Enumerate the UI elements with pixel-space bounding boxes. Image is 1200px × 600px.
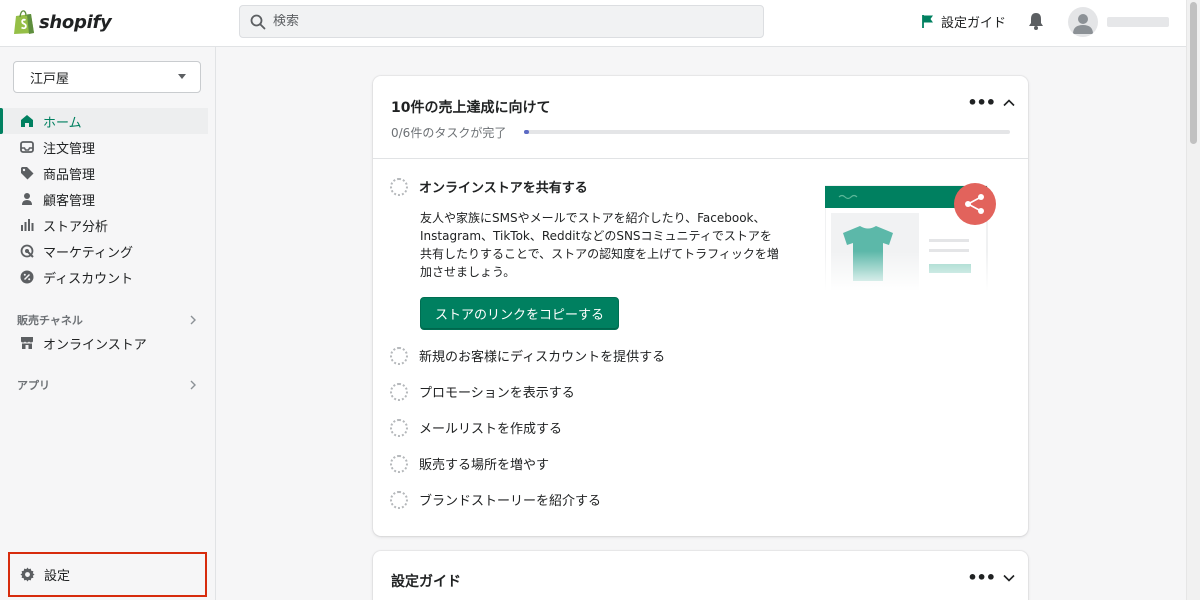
- online-store-label: オンラインストア: [43, 337, 147, 353]
- sidebar-item-label: 商品管理: [43, 167, 96, 183]
- sales-channels-header[interactable]: 販売チャネル: [17, 312, 197, 328]
- sidebar-item-label: ディスカウント: [43, 271, 134, 287]
- store-selector[interactable]: 江戸屋: [13, 61, 201, 93]
- task-title: メールリストを作成する: [419, 422, 563, 437]
- inbox-icon: [20, 141, 34, 153]
- sidebar-item-label: 注文管理: [43, 141, 96, 157]
- setup-guide-link[interactable]: 設定ガイド: [921, 12, 1006, 31]
- copy-store-link-button[interactable]: ストアのリンクをコピーする: [420, 297, 620, 330]
- task-status-icon[interactable]: [390, 418, 408, 437]
- brand-name: shopify: [39, 11, 112, 33]
- sidebar-item-label: ホーム: [43, 115, 82, 131]
- chevron-right-icon: [190, 315, 196, 325]
- sidebar-item-products[interactable]: 商品管理: [0, 160, 216, 186]
- task-item[interactable]: 販売する場所を増やす: [390, 454, 549, 473]
- shopify-logo[interactable]: shopify: [13, 9, 112, 35]
- sidebar-item-label: マーケティング: [43, 245, 133, 261]
- main-nav: ホーム 注文管理 商品管理 顧客管理 ストア分析 マーケティング ディスカウント: [0, 108, 216, 290]
- apps-label: アプリ: [17, 379, 50, 392]
- sidebar-item-home[interactable]: ホーム: [0, 108, 208, 134]
- person-icon: [22, 193, 32, 205]
- chevron-down-icon[interactable]: [1003, 573, 1015, 583]
- task-status-icon[interactable]: [390, 177, 408, 196]
- progress-text: 0/6件のタスクが完了: [391, 126, 507, 140]
- sidebar-item-settings[interactable]: 設定: [8, 552, 207, 597]
- apps-header[interactable]: アプリ: [17, 377, 197, 393]
- sidebar: 江戸屋 ホーム 注文管理 商品管理 顧客管理 ストア分析 マーケティング ディス…: [0, 47, 216, 600]
- sidebar-item-orders[interactable]: 注文管理: [0, 134, 216, 160]
- task-status-icon[interactable]: [390, 382, 408, 401]
- user-name-redacted: [1107, 17, 1169, 27]
- sidebar-item-label: ストア分析: [43, 219, 109, 235]
- settings-label: 設定: [44, 569, 71, 584]
- scrollbar-thumb[interactable]: [1190, 2, 1197, 144]
- top-bar: shopify 設定ガイド: [0, 0, 1186, 47]
- sidebar-item-customers[interactable]: 顧客管理: [0, 186, 216, 212]
- store-icon: [21, 337, 33, 349]
- divider: [373, 158, 1028, 159]
- setup-guide-card: 設定ガイド •••: [373, 551, 1028, 600]
- card-title: 設定ガイド: [391, 574, 461, 590]
- sidebar-item-marketing[interactable]: マーケティング: [0, 238, 216, 264]
- user-avatar[interactable]: [1068, 7, 1098, 37]
- gear-icon: [20, 567, 35, 582]
- flag-icon: [922, 15, 933, 28]
- sales-channels-label: 販売チャネル: [17, 314, 83, 327]
- card-actions: •••: [967, 95, 1015, 111]
- page-scrollbar[interactable]: [1186, 0, 1200, 600]
- home-icon: [21, 115, 33, 127]
- progress-bar: [524, 130, 1010, 134]
- task-title: オンラインストアを共有する: [419, 181, 588, 196]
- target-icon: [20, 244, 34, 258]
- task-item[interactable]: プロモーションを表示する: [390, 382, 575, 401]
- sales-goal-card: 10件の売上達成に向けて ••• 0/6件のタスクが完了 オンラインストアを共有…: [373, 76, 1028, 536]
- sidebar-item-online-store[interactable]: オンラインストア: [0, 330, 216, 356]
- more-actions-icon[interactable]: •••: [967, 570, 996, 586]
- task-item[interactable]: ブランドストーリーを紹介する: [390, 490, 601, 509]
- card-actions: •••: [967, 570, 1015, 586]
- sidebar-item-discounts[interactable]: ディスカウント: [0, 264, 216, 290]
- search-input[interactable]: [273, 14, 733, 29]
- discount-icon: [20, 270, 34, 284]
- sidebar-item-label: 顧客管理: [43, 193, 96, 209]
- caret-down-icon: [178, 74, 186, 79]
- card-title: 10件の売上達成に向けて: [391, 100, 551, 116]
- task-title: プロモーションを表示する: [419, 386, 575, 401]
- sidebar-item-analytics[interactable]: ストア分析: [0, 212, 216, 238]
- task-item[interactable]: 新規のお客様にディスカウントを提供する: [390, 346, 665, 365]
- task-title: 販売する場所を増やす: [419, 458, 550, 473]
- chevron-right-icon: [190, 380, 196, 390]
- setup-guide-label: 設定ガイド: [941, 16, 1007, 31]
- search-bar[interactable]: [239, 5, 764, 38]
- task-title: 新規のお客様にディスカウントを提供する: [419, 350, 666, 365]
- task-description: 友人や家族にSMSやメールでストアを紹介したり、Facebook、Instagr…: [420, 211, 779, 279]
- tag-icon: [21, 167, 34, 180]
- task-status-icon[interactable]: [390, 454, 408, 473]
- search-icon: [250, 14, 266, 29]
- notifications-bell-icon[interactable]: [1028, 12, 1044, 30]
- chevron-up-icon[interactable]: [1003, 98, 1015, 108]
- task-status-icon[interactable]: [390, 490, 408, 509]
- task-item[interactable]: メールリストを作成する: [390, 418, 562, 437]
- task-title: ブランドストーリーを紹介する: [419, 494, 602, 509]
- bar-chart-icon: [21, 219, 34, 231]
- store-name: 江戸屋: [30, 71, 70, 87]
- task-status-icon[interactable]: [390, 346, 408, 365]
- more-actions-icon[interactable]: •••: [967, 95, 996, 111]
- progress-fill: [524, 130, 529, 134]
- share-store-illustration: [825, 183, 997, 291]
- shopify-bag-icon: [14, 10, 34, 34]
- task-share-store[interactable]: オンラインストアを共有する: [390, 177, 588, 196]
- user-avatar-icon: [1073, 14, 1093, 34]
